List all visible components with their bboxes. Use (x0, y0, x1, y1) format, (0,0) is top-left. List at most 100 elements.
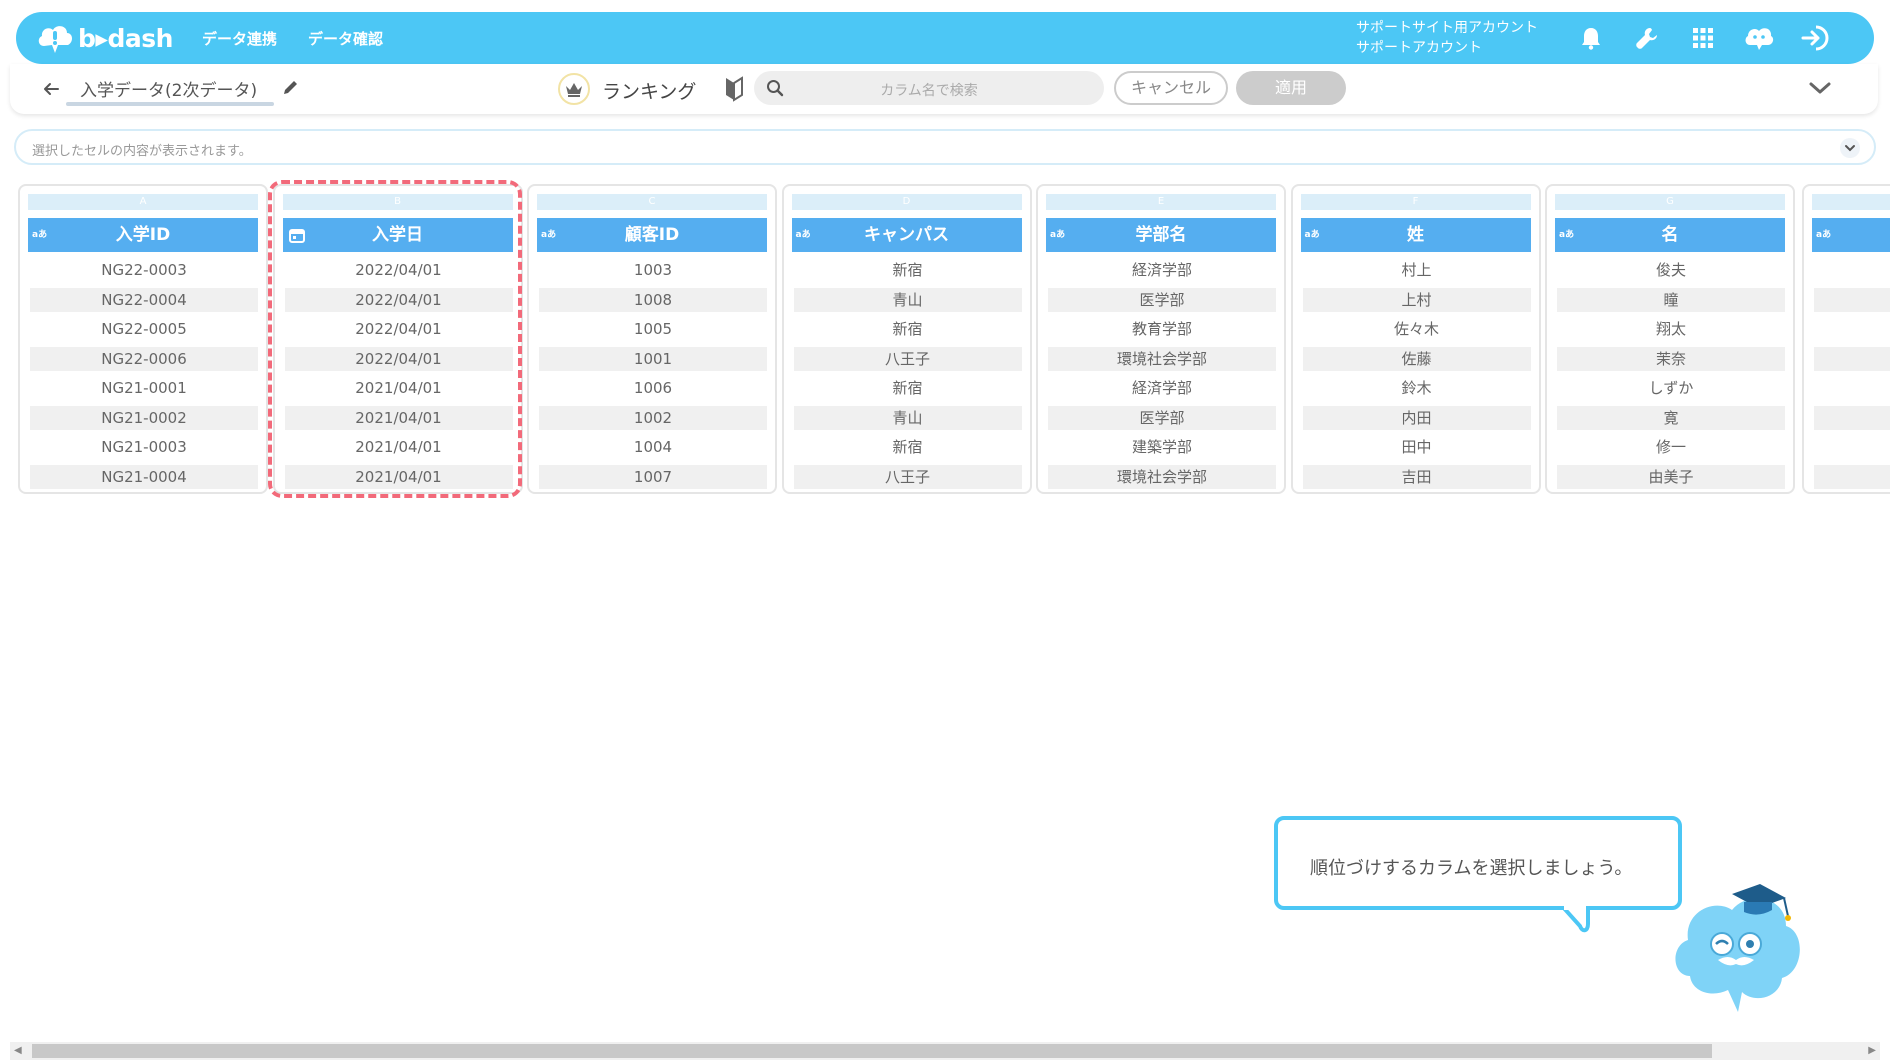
table-cell[interactable]: 経済学部 (1048, 376, 1276, 400)
table-cell[interactable]: 教育学部 (1048, 317, 1276, 341)
table-cell[interactable]: 吉田 (1302, 464, 1531, 489)
table-cell[interactable]: NG21-0003 (30, 435, 258, 459)
horizontal-scrollbar[interactable]: ◀ ▶ (10, 1042, 1880, 1060)
table-cell[interactable]: NG21-0001 (30, 376, 258, 400)
table-cell[interactable]: しずか (1557, 376, 1785, 400)
table-cell[interactable] (1814, 346, 1890, 371)
logout-icon[interactable] (1800, 24, 1830, 52)
table-cell[interactable]: 瞳 (1557, 287, 1785, 312)
table-cell[interactable]: 医学部 (1048, 287, 1276, 312)
column-search-input[interactable]: カラム名で検索 (754, 71, 1104, 105)
table-cell[interactable]: NG22-0003 (30, 258, 258, 282)
column-e[interactable]: Eaあ 学部名 経済学部 医学部 教育学部 環境社会学部 経済学部 医学部 建築学部 環境社会学部 (1036, 184, 1286, 494)
table-cell[interactable]: 八王子 (793, 346, 1022, 371)
table-cell[interactable]: 2022/04/01 (284, 346, 513, 371)
column-header[interactable]: aあ 入学ID (28, 218, 258, 252)
table-cell[interactable]: NG22-0006 (30, 346, 258, 371)
column-header[interactable]: aあ 姓 (1300, 218, 1531, 252)
table-cell[interactable]: 青山 (793, 287, 1022, 312)
dataset-title[interactable]: 入学データ(2次データ) (80, 76, 257, 103)
cancel-button[interactable]: キャンセル (1114, 71, 1228, 105)
back-arrow-icon[interactable] (40, 78, 62, 100)
table-cell[interactable] (1814, 435, 1890, 459)
column-b[interactable]: B 入学日 2022/04/01 2022/04/01 2022/04/01 2022/0… (272, 184, 523, 494)
apply-button[interactable]: 適用 (1236, 71, 1346, 105)
table-cell[interactable] (1814, 287, 1890, 312)
table-cell[interactable]: 寛 (1557, 405, 1785, 430)
expand-chevron-icon[interactable] (1840, 138, 1860, 158)
account-info[interactable]: サポートサイト用アカウント サポートアカウント (1356, 18, 1538, 58)
table-cell[interactable]: 新宿 (794, 317, 1022, 341)
table-cell[interactable]: 医学部 (1048, 405, 1276, 430)
table-cell[interactable]: 2022/04/01 (285, 317, 513, 341)
grid-icon[interactable] (1688, 24, 1718, 52)
column-next[interactable]: aあ (1802, 184, 1890, 494)
column-d[interactable]: Daあ キャンパス 新宿 青山 新宿 八王子 新宿 青山 新宿 八王子 (781, 184, 1032, 494)
table-cell[interactable]: 修一 (1557, 435, 1785, 459)
table-cell[interactable]: 上村 (1302, 287, 1531, 312)
table-cell[interactable]: 新宿 (794, 376, 1022, 400)
chat-bot-icon[interactable] (1744, 24, 1774, 52)
column-header[interactable]: aあ (1812, 218, 1890, 252)
logo[interactable]: b▸dash (36, 20, 173, 56)
column-header[interactable]: aあ キャンパス (791, 218, 1022, 252)
table-cell[interactable]: 1006 (539, 376, 767, 400)
table-cell[interactable]: 2021/04/01 (284, 405, 513, 430)
table-cell[interactable]: NG21-0004 (30, 464, 258, 489)
table-cell[interactable]: 翔太 (1557, 317, 1785, 341)
table-cell[interactable]: NG22-0005 (30, 317, 258, 341)
table-cell[interactable] (1814, 317, 1890, 341)
column-header[interactable]: aあ 名 (1555, 218, 1785, 252)
table-cell[interactable]: NG21-0002 (30, 405, 258, 430)
table-cell[interactable]: 1005 (539, 317, 767, 341)
table-cell[interactable]: 俊夫 (1557, 258, 1785, 282)
table-cell[interactable]: 1007 (539, 464, 767, 489)
table-cell[interactable]: 1002 (539, 405, 767, 430)
nav-data-integration[interactable]: データ連携 (202, 28, 277, 49)
table-cell[interactable]: 青山 (793, 405, 1022, 430)
table-cell[interactable]: 環境社会学部 (1048, 464, 1276, 489)
table-cell[interactable]: 鈴木 (1303, 376, 1531, 400)
column-header[interactable]: aあ 顧客ID (537, 218, 767, 252)
column-a[interactable]: Aaあ 入学ID NG22-0003 NG22-0004 NG22-0005 NG22-0… (18, 184, 268, 494)
edit-pencil-icon[interactable] (282, 78, 302, 98)
bell-icon[interactable] (1576, 24, 1606, 52)
column-g[interactable]: Gaあ 名俊夫瞳翔太 茉奈 しずか寛修一 由美子 (1545, 184, 1795, 494)
chevron-down-icon[interactable] (1806, 76, 1834, 100)
table-cell[interactable]: 2022/04/01 (284, 287, 513, 312)
beginner-mark-icon[interactable] (724, 76, 746, 102)
table-cell[interactable]: 1003 (539, 258, 767, 282)
table-cell[interactable]: 内田 (1302, 405, 1531, 430)
table-cell[interactable]: 1008 (539, 287, 767, 312)
table-cell[interactable]: 由美子 (1557, 464, 1785, 489)
table-cell[interactable] (1814, 376, 1890, 400)
scrollbar-thumb[interactable] (32, 1044, 1712, 1058)
column-header[interactable]: aあ 学部名 (1046, 218, 1276, 252)
column-c[interactable]: Caあ 顧客ID 1003 1008 1005 1001 1006 1002 1004 1007 (527, 184, 777, 494)
table-cell[interactable]: 八王子 (793, 464, 1022, 489)
wrench-icon[interactable] (1632, 24, 1662, 52)
table-cell[interactable] (1814, 464, 1890, 489)
table-cell[interactable]: 新宿 (794, 258, 1022, 282)
table-cell[interactable]: 新宿 (794, 435, 1022, 459)
table-cell[interactable]: 村上 (1303, 258, 1531, 282)
table-cell[interactable] (1814, 258, 1890, 282)
table-cell[interactable]: 佐々木 (1303, 317, 1531, 341)
table-cell[interactable]: 環境社会学部 (1048, 346, 1276, 371)
cell-content-bar[interactable]: 選択したセルの内容が表示されます。 (14, 129, 1876, 165)
table-cell[interactable] (1814, 405, 1890, 430)
table-cell[interactable]: 経済学部 (1048, 258, 1276, 282)
column-header[interactable]: 入学日 (282, 218, 513, 252)
table-cell[interactable]: 2022/04/01 (285, 258, 513, 282)
table-cell[interactable]: 1004 (539, 435, 767, 459)
scroll-left-arrow-icon[interactable]: ◀ (14, 1045, 22, 1056)
scroll-right-arrow-icon[interactable]: ▶ (1868, 1045, 1876, 1056)
column-f[interactable]: Faあ 姓村上 上村 佐々木 佐藤 鈴木 内田 田中 吉田 (1290, 184, 1541, 494)
table-cell[interactable]: NG22-0004 (30, 287, 258, 312)
table-cell[interactable]: 2021/04/01 (285, 435, 513, 459)
table-cell[interactable]: 佐藤 (1302, 346, 1531, 371)
table-cell[interactable]: 2021/04/01 (285, 376, 513, 400)
table-cell[interactable]: 1001 (539, 346, 767, 371)
nav-data-check[interactable]: データ確認 (308, 28, 383, 49)
table-cell[interactable]: 2021/04/01 (284, 464, 513, 489)
